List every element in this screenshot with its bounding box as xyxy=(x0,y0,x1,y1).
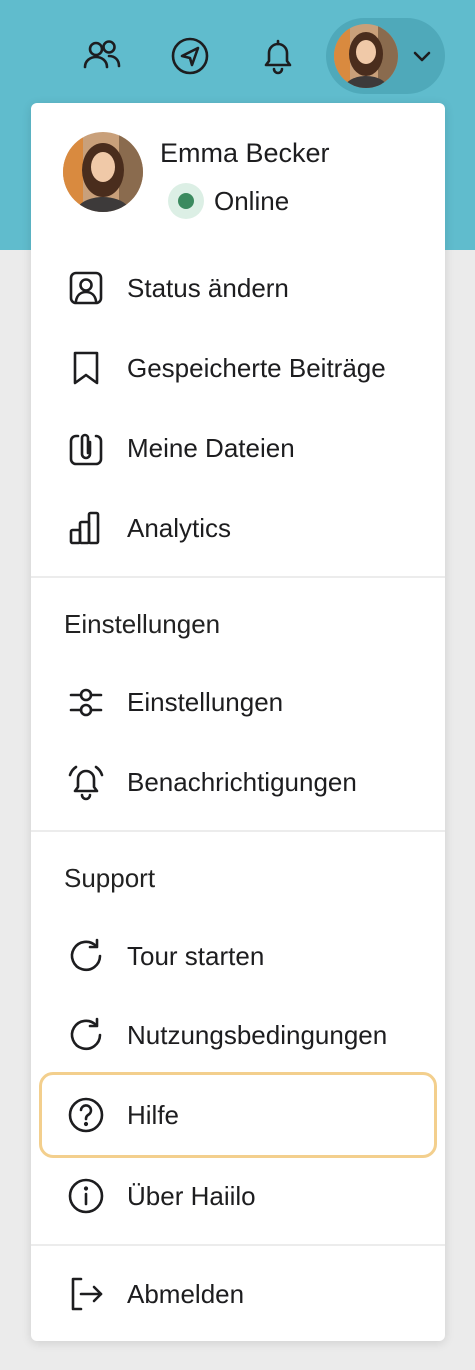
bell-ring-icon xyxy=(66,762,106,802)
section-title-settings: Einstellungen xyxy=(64,609,221,639)
menu-item-gespeicherte-beitraege[interactable]: Gespeicherte Beiträge xyxy=(39,336,437,400)
avatar xyxy=(334,24,398,88)
user-dropdown-menu: Emma Becker Online Status ändern Gespeic… xyxy=(31,103,445,1341)
bell-icon[interactable] xyxy=(254,32,302,80)
menu-item-einstellungen[interactable]: Einstellungen xyxy=(39,670,437,734)
compass-icon[interactable] xyxy=(166,32,214,80)
refresh-icon xyxy=(66,936,106,976)
avatar xyxy=(63,132,143,212)
info-circle-icon xyxy=(66,1176,106,1216)
online-indicator-icon xyxy=(168,183,204,219)
bookmark-icon xyxy=(66,348,106,388)
user-name: Emma Becker xyxy=(160,138,330,168)
menu-item-tour-starten[interactable]: Tour starten xyxy=(39,924,437,988)
sliders-icon xyxy=(66,682,106,722)
bar-chart-icon xyxy=(66,508,106,548)
menu-item-meine-dateien[interactable]: Meine Dateien xyxy=(39,416,437,480)
menu-item-benachrichtigungen[interactable]: Benachrichtigungen xyxy=(39,750,437,814)
chevron-down-icon xyxy=(410,44,434,68)
status-label: Online xyxy=(214,185,290,216)
section-title-support: Support xyxy=(64,863,156,893)
people-icon[interactable] xyxy=(78,32,126,80)
menu-item-ueber-haiilo[interactable]: Über Haiilo xyxy=(39,1164,437,1228)
menu-item-abmelden[interactable]: Abmelden xyxy=(39,1262,437,1326)
divider xyxy=(31,830,445,832)
divider xyxy=(31,1244,445,1246)
menu-item-hilfe[interactable]: Hilfe xyxy=(39,1072,437,1158)
refresh-icon xyxy=(66,1015,106,1055)
user-status[interactable]: Online xyxy=(168,183,289,219)
person-frame-icon xyxy=(66,268,106,308)
profile-menu-button[interactable] xyxy=(326,18,445,94)
menu-item-status-aendern[interactable]: Status ändern xyxy=(39,256,437,320)
user-header: Emma Becker Online xyxy=(31,103,445,233)
logout-icon xyxy=(66,1274,106,1314)
question-circle-icon xyxy=(66,1095,106,1135)
divider xyxy=(31,576,445,578)
paperclip-icon xyxy=(66,428,106,468)
menu-item-nutzungsbedingungen[interactable]: Nutzungsbedingungen xyxy=(39,1003,437,1067)
menu-item-analytics[interactable]: Analytics xyxy=(39,496,437,560)
